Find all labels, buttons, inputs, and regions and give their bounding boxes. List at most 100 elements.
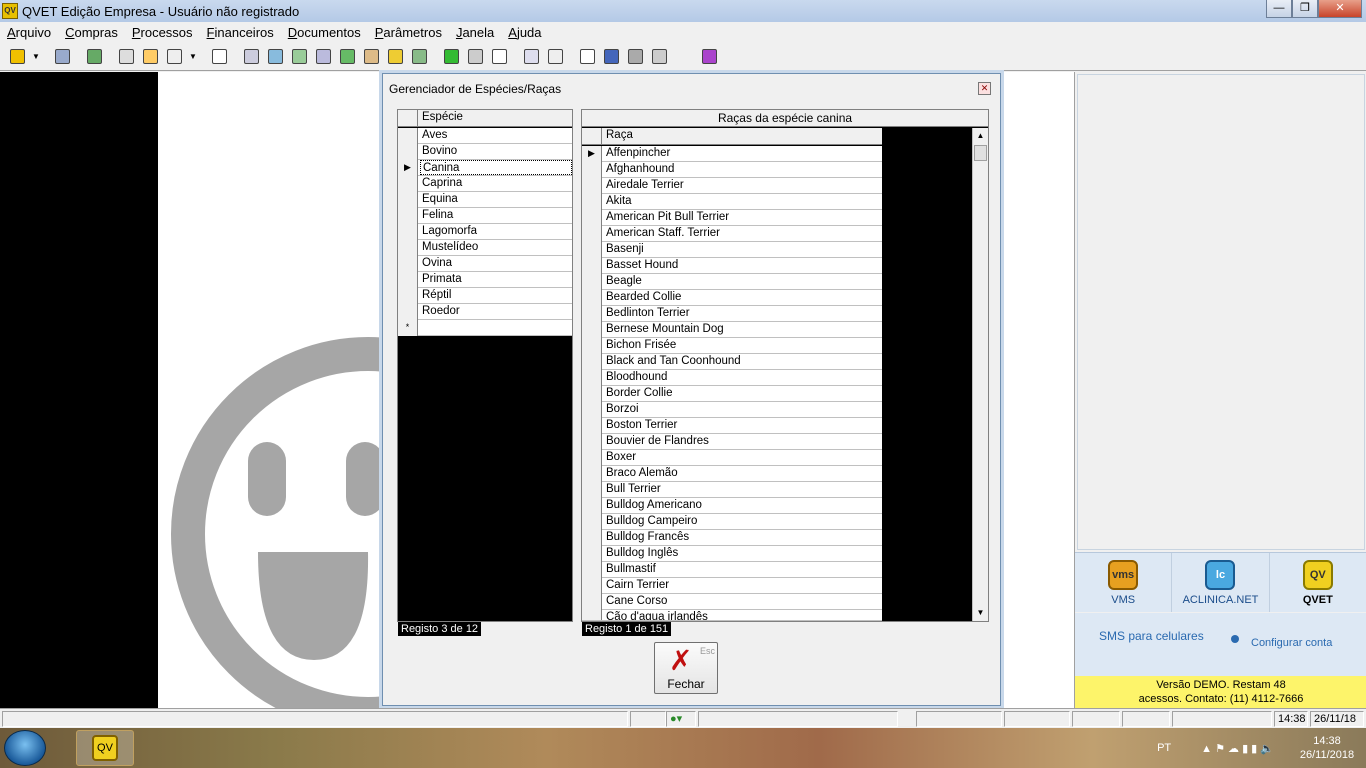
toolbar-zoom-button[interactable]: [115, 45, 138, 67]
row-selector[interactable]: [582, 466, 602, 482]
species-cell[interactable]: Primata: [420, 272, 572, 287]
breed-cell[interactable]: Bloodhound: [604, 370, 882, 385]
toolbar-notes-button[interactable]: [139, 45, 162, 67]
species-cell[interactable]: Canina: [420, 160, 572, 175]
row-selector[interactable]: [582, 562, 602, 578]
species-row[interactable]: Primata: [398, 272, 572, 288]
menu-processos[interactable]: Processos: [125, 25, 200, 40]
breed-cell[interactable]: Bullmastif: [604, 562, 882, 577]
species-row[interactable]: Equina: [398, 192, 572, 208]
row-selector[interactable]: [582, 402, 602, 418]
toolbar-cart-button[interactable]: [208, 45, 231, 67]
species-row[interactable]: Ovina: [398, 256, 572, 272]
row-selector[interactable]: [398, 144, 418, 160]
row-selector[interactable]: [582, 370, 602, 386]
row-selector[interactable]: [582, 290, 602, 306]
breed-cell[interactable]: Bernese Mountain Dog: [604, 322, 882, 337]
toolbar-search-button[interactable]: [51, 45, 74, 67]
menu-arquivo[interactable]: Arquivo: [0, 25, 58, 40]
species-new-row[interactable]: *: [398, 320, 572, 336]
breed-cell[interactable]: Bulldog Campeiro: [604, 514, 882, 529]
toolbar-lightning-button[interactable]: [6, 45, 29, 67]
current-row-indicator-icon[interactable]: ▶: [582, 146, 602, 162]
row-selector[interactable]: [582, 386, 602, 402]
species-cell[interactable]: Equina: [420, 192, 572, 207]
breed-cell[interactable]: American Staff. Terrier: [604, 226, 882, 241]
row-selector[interactable]: [398, 192, 418, 208]
breed-row[interactable]: Beagle: [582, 274, 882, 290]
row-selector[interactable]: [398, 288, 418, 304]
species-cell[interactable]: Felina: [420, 208, 572, 223]
toolbar-doc2-button[interactable]: [264, 45, 287, 67]
row-selector[interactable]: [582, 450, 602, 466]
row-selector[interactable]: [582, 178, 602, 194]
row-selector[interactable]: [582, 274, 602, 290]
breed-row[interactable]: Black and Tan Coonhound: [582, 354, 882, 370]
row-selector[interactable]: [398, 176, 418, 192]
breed-row[interactable]: Bulldog Inglês: [582, 546, 882, 562]
start-button[interactable]: [4, 730, 46, 766]
toolbar-tag-button[interactable]: [408, 45, 431, 67]
breed-cell[interactable]: Bouvier de Flandres: [604, 434, 882, 449]
breed-row[interactable]: Bulldog Francês: [582, 530, 882, 546]
breed-row[interactable]: Bichon Frisée: [582, 338, 882, 354]
species-grid[interactable]: Espécie Aves Bovino ▶ Canina Caprina Equina Fe…: [397, 109, 573, 622]
dialog-close-icon[interactable]: ✕: [978, 82, 991, 95]
breed-row[interactable]: Bearded Collie: [582, 290, 882, 306]
toolbar-find-button[interactable]: [520, 45, 543, 67]
breed-cell[interactable]: Cane Corso: [604, 594, 882, 609]
toolbar-doc3-button[interactable]: [312, 45, 335, 67]
toolbar-calc-dropdown[interactable]: ▼: [187, 45, 199, 67]
toolbar-settings-button[interactable]: [624, 45, 647, 67]
scroll-thumb[interactable]: [974, 145, 987, 161]
breed-cell[interactable]: American Pit Bull Terrier: [604, 210, 882, 225]
toolbar-add-button[interactable]: [440, 45, 463, 67]
menu-documentos[interactable]: Documentos: [281, 25, 368, 40]
breed-cell[interactable]: Basenji: [604, 242, 882, 257]
breed-cell[interactable]: Affenpincher: [604, 146, 882, 161]
breed-row[interactable]: Boston Terrier: [582, 418, 882, 434]
breed-cell[interactable]: Bulldog Americano: [604, 498, 882, 513]
row-selector[interactable]: [582, 306, 602, 322]
row-selector[interactable]: [582, 258, 602, 274]
row-selector[interactable]: [582, 546, 602, 562]
species-cell[interactable]: Réptil: [420, 288, 572, 303]
row-selector[interactable]: [582, 530, 602, 546]
species-row[interactable]: Réptil: [398, 288, 572, 304]
row-selector[interactable]: [582, 354, 602, 370]
breed-row[interactable]: Bloodhound: [582, 370, 882, 386]
row-selector[interactable]: [582, 242, 602, 258]
breed-cell[interactable]: Bichon Frisée: [604, 338, 882, 353]
row-selector[interactable]: [582, 338, 602, 354]
species-cell[interactable]: Ovina: [420, 256, 572, 271]
breed-cell[interactable]: Bull Terrier: [604, 482, 882, 497]
minimize-button[interactable]: —: [1266, 0, 1292, 18]
toolbar-box-button[interactable]: [360, 45, 383, 67]
toolbar-tool-button[interactable]: [384, 45, 407, 67]
toolbar-help-book-button[interactable]: [698, 45, 721, 67]
breed-row[interactable]: Border Collie: [582, 386, 882, 402]
breeds-grid[interactable]: Raças da espécie canina Raça ▶ Affenpinch…: [581, 109, 989, 622]
breed-cell[interactable]: Boston Terrier: [604, 418, 882, 433]
species-cell[interactable]: Mustelídeo: [420, 240, 572, 255]
breed-cell[interactable]: Bulldog Inglês: [604, 546, 882, 561]
breed-cell[interactable]: Basset Hound: [604, 258, 882, 273]
species-row[interactable]: Mustelídeo: [398, 240, 572, 256]
species-cell[interactable]: Roedor: [420, 304, 572, 319]
row-selector[interactable]: [582, 226, 602, 242]
breed-row[interactable]: Bedlinton Terrier: [582, 306, 882, 322]
breed-row[interactable]: Bullmastif: [582, 562, 882, 578]
breeds-scrollbar[interactable]: ▲ ▼: [972, 128, 988, 621]
row-selector[interactable]: [582, 194, 602, 210]
row-selector[interactable]: [398, 256, 418, 272]
row-selector[interactable]: [582, 610, 602, 620]
menu-ajuda[interactable]: Ajuda: [501, 25, 548, 40]
breed-row[interactable]: Bull Terrier: [582, 482, 882, 498]
row-selector[interactable]: [398, 208, 418, 224]
row-selector[interactable]: [582, 578, 602, 594]
row-selector[interactable]: [582, 162, 602, 178]
breed-row[interactable]: Akita: [582, 194, 882, 210]
breed-row[interactable]: Boxer: [582, 450, 882, 466]
breed-row[interactable]: Braco Alemão: [582, 466, 882, 482]
app-qvet[interactable]: QV QVET: [1270, 553, 1366, 612]
